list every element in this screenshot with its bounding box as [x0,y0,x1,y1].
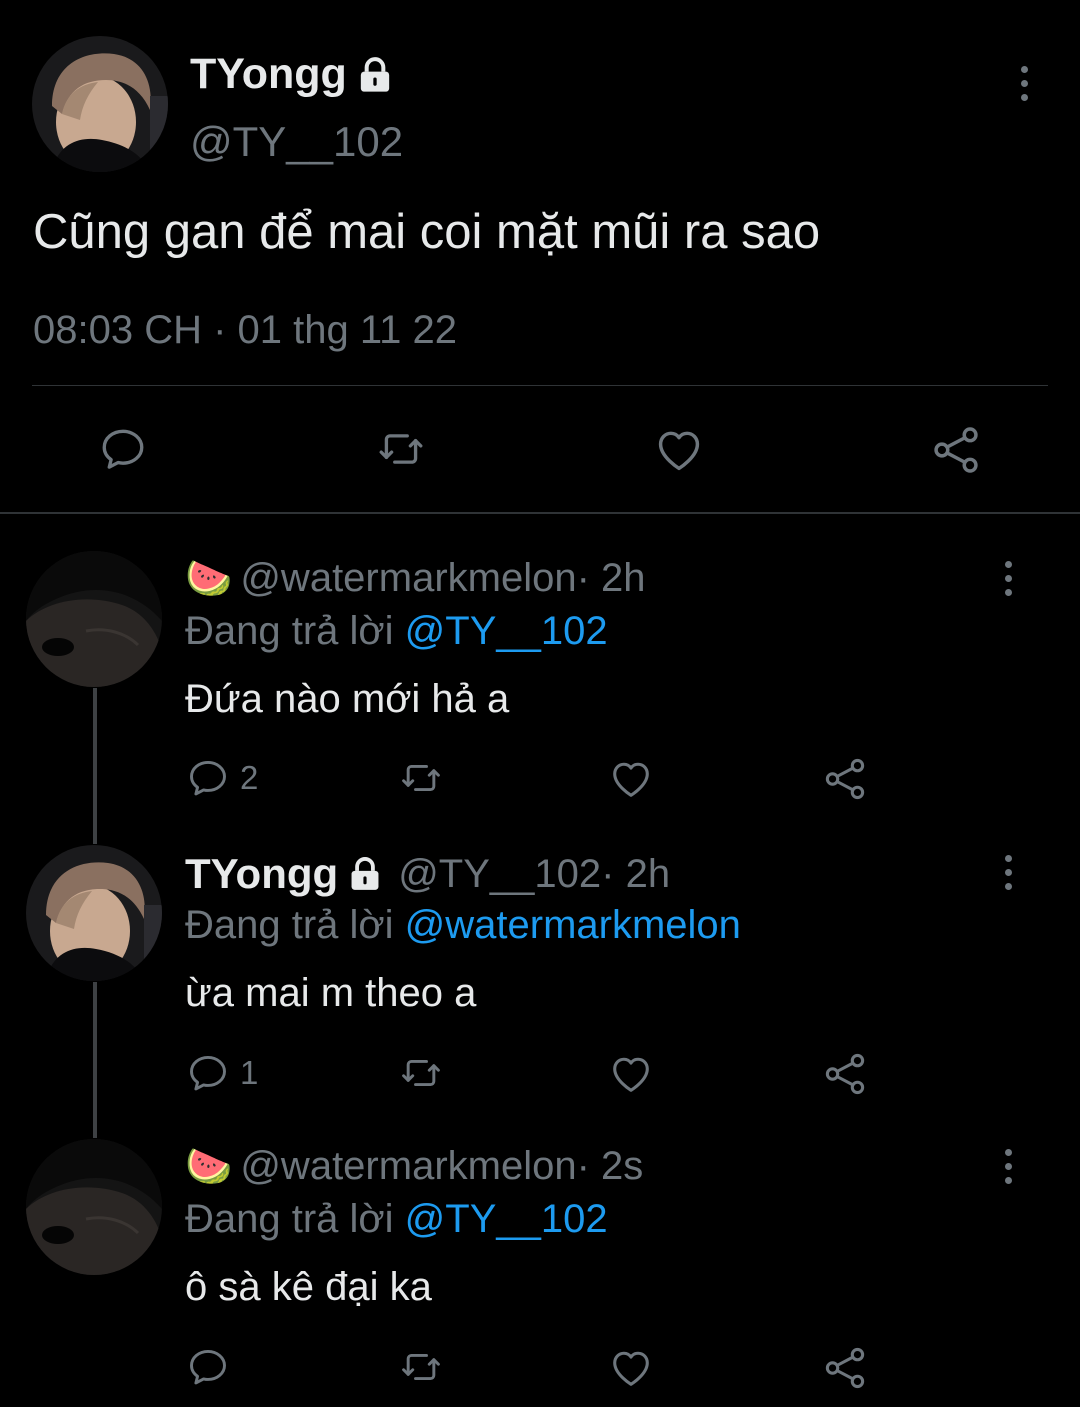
retweet-button[interactable] [397,1051,445,1095]
avatar-image [26,1139,162,1275]
reply-header: 🍉 @watermarkmelon · 2s [185,1144,643,1189]
reply-button[interactable] [98,424,148,474]
display-name[interactable]: TYongg [190,50,395,99]
tweet-timestamp[interactable]: 08:03 CH · 01 thg 11 22 [33,308,457,353]
avatar-image [32,36,168,172]
retweet-button[interactable] [397,1345,445,1389]
avatar[interactable] [26,551,162,687]
like-icon [608,1051,654,1097]
avatar[interactable] [32,36,168,172]
reply-time[interactable]: · 2s [577,1144,644,1189]
avatar[interactable] [26,845,162,981]
reply-button[interactable] [186,1345,230,1389]
avatar[interactable] [26,1139,162,1275]
reply-text: Đứa nào mới hả a [185,677,510,721]
mention-link[interactable]: @TY__102 [405,609,608,653]
reply-text: ừa mai m theo a [185,971,477,1015]
retweet-icon [397,1051,445,1095]
watermelon-emoji: 🍉 [185,557,233,600]
like-icon [608,756,654,802]
reply-time[interactable]: · 2h [601,852,670,897]
reply-icon [186,1051,230,1095]
more-vertical-icon[interactable] [1005,561,1012,596]
more-vertical-icon[interactable] [1021,66,1028,101]
replying-to-label: Đang trả lời [185,1197,394,1241]
user-handle[interactable]: @watermarkmelon [240,556,576,601]
avatar-image [26,845,162,981]
like-button[interactable] [608,1345,654,1391]
like-icon [653,424,705,476]
reply-button[interactable]: 2 [186,756,258,800]
more-vertical-icon[interactable] [1005,1149,1012,1184]
like-button[interactable] [608,1051,654,1097]
display-name-text: TYongg [190,50,347,98]
reply-icon [98,424,148,474]
retweet-icon [373,424,429,474]
mention-link[interactable]: @watermarkmelon [405,903,741,947]
replying-to-label: Đang trả lời [185,609,394,653]
retweet-button[interactable] [397,756,445,800]
user-handle[interactable]: @TY__102 [398,852,601,897]
divider [32,385,1048,386]
reply-icon [186,1345,230,1389]
thread-connector [93,982,97,1138]
display-name-text[interactable]: TYongg [185,850,338,898]
share-button[interactable] [930,424,982,476]
lock-icon [355,55,395,95]
user-handle[interactable]: @TY__102 [190,118,403,166]
reply-count: 2 [240,759,259,796]
replying-to: Đang trả lời @watermarkmelon [185,903,741,948]
user-handle[interactable]: @watermarkmelon [240,1144,576,1189]
lock-icon [346,855,384,893]
section-divider [0,512,1080,514]
reply-header: 🍉 @watermarkmelon · 2h [185,556,646,601]
replying-to: Đang trả lời @TY__102 [185,609,608,654]
share-button[interactable] [822,1051,868,1097]
reply-time[interactable]: · 2h [577,556,646,601]
watermelon-emoji: 🍉 [185,1145,233,1188]
reply-button[interactable]: 1 [186,1051,258,1095]
reply-text: ô sà kê đại ka [185,1265,432,1309]
retweet-icon [397,756,445,800]
replying-to: Đang trả lời @TY__102 [185,1197,608,1242]
share-button[interactable] [822,756,868,802]
thread-connector [93,688,97,844]
like-button[interactable] [608,756,654,802]
share-icon [822,1051,868,1097]
share-button[interactable] [822,1345,868,1391]
share-icon [930,424,982,476]
reply-header: TYongg @TY__102 · 2h [185,850,670,898]
share-icon [822,756,868,802]
avatar-image [26,551,162,687]
replying-to-label: Đang trả lời [185,903,394,947]
reply-count: 1 [240,1054,259,1091]
mention-link[interactable]: @TY__102 [405,1197,608,1241]
retweet-icon [397,1345,445,1389]
share-icon [822,1345,868,1391]
retweet-button[interactable] [373,424,429,474]
tweet-text: Cũng gan để mai coi mặt mũi ra sao [33,205,821,259]
reply-icon [186,756,230,800]
more-vertical-icon[interactable] [1005,855,1012,890]
like-button[interactable] [653,424,705,476]
like-icon [608,1345,654,1391]
